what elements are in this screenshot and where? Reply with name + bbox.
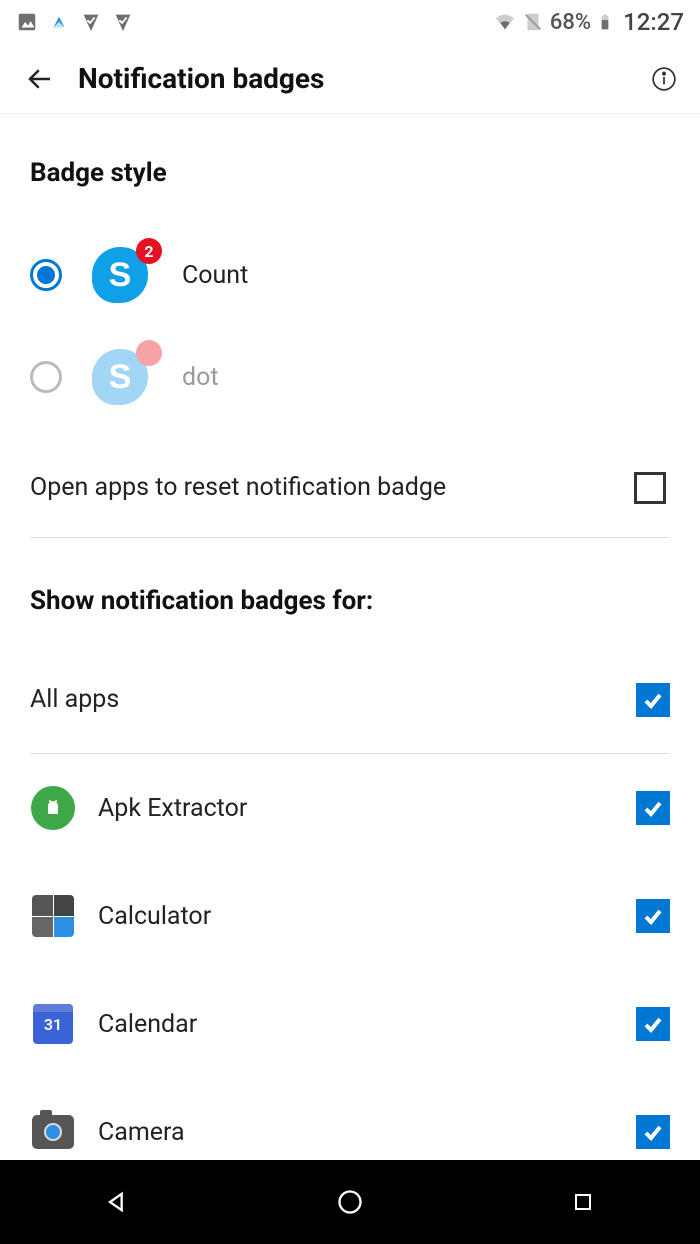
battery-icon [597,11,613,33]
system-nav-bar [0,1160,700,1244]
row-app-apk-extractor[interactable]: Apk Extractor [30,754,670,862]
back-button[interactable] [20,59,60,99]
triangle-back-icon [103,1188,131,1216]
arrow-left-icon [25,64,55,94]
checkmark-icon [641,1012,665,1036]
app-name-label: Calculator [98,902,211,931]
nav-back-button[interactable] [67,1172,167,1232]
no-sim-icon [522,11,544,33]
content-area: Badge style S 2 Count S dot Open apps to… [0,158,700,1186]
style-preview-count: S 2 [92,244,162,306]
badge-count-icon: 2 [136,238,162,264]
row-all-apps[interactable]: All apps [30,646,670,754]
info-button[interactable] [648,63,680,95]
app-icon-calculator [30,893,76,939]
radio-icon [30,361,62,393]
status-bar: 68% 12:27 [0,0,700,44]
android-icon [31,786,75,830]
battery-percent: 68% [550,10,591,35]
checkmark-icon [641,796,665,820]
radio-option-dot[interactable]: S dot [30,326,670,428]
camera-icon [32,1115,74,1149]
checkbox-checked-icon[interactable] [636,1115,670,1149]
cloud-icon [48,11,70,33]
row-app-calculator[interactable]: Calculator [30,862,670,970]
status-right-icons: 68% 12:27 [494,8,684,36]
row-label: All apps [30,685,119,714]
app-icon-camera [30,1109,76,1155]
app-bar: Notification badges [0,44,700,114]
row-open-apps-reset[interactable]: Open apps to reset notification badge [30,438,670,538]
check-icon [80,11,102,33]
app-icon-calendar: 31 [30,1001,76,1047]
calendar-icon: 31 [33,1004,73,1044]
app-name-label: Calendar [98,1010,197,1039]
checkbox-checked-icon[interactable] [636,683,670,717]
checkbox-unchecked-icon[interactable] [634,472,666,504]
checkbox-checked-icon[interactable] [636,1007,670,1041]
checkbox-checked-icon[interactable] [636,899,670,933]
page-title: Notification badges [78,62,648,95]
nav-recent-button[interactable] [533,1172,633,1232]
info-icon [651,66,677,92]
row-app-calendar[interactable]: 31 Calendar [30,970,670,1078]
checkmark-icon [641,688,665,712]
image-icon [16,11,38,33]
radio-option-count[interactable]: S 2 Count [30,224,670,326]
calculator-icon [32,895,74,937]
nav-home-button[interactable] [300,1172,400,1232]
checkbox-checked-icon[interactable] [636,791,670,825]
radio-icon [30,259,62,291]
checkmark-icon [641,1120,665,1144]
app-icon-android [30,785,76,831]
square-recent-icon [571,1190,595,1214]
app-name-label: Apk Extractor [98,794,247,823]
status-left-icons [16,11,134,33]
radio-label: dot [182,363,219,392]
radio-label: Count [182,261,248,290]
row-label: Open apps to reset notification badge [30,473,446,502]
wifi-icon [494,11,516,33]
section-show-badges-title: Show notification badges for: [30,586,670,616]
badge-dot-icon [136,340,162,366]
clock-text: 12:27 [623,8,684,36]
style-preview-dot: S [92,346,162,408]
section-badge-style-title: Badge style [30,158,670,188]
checkmark-icon [641,904,665,928]
app-name-label: Camera [98,1118,185,1147]
circle-home-icon [336,1188,364,1216]
check-icon [112,11,134,33]
